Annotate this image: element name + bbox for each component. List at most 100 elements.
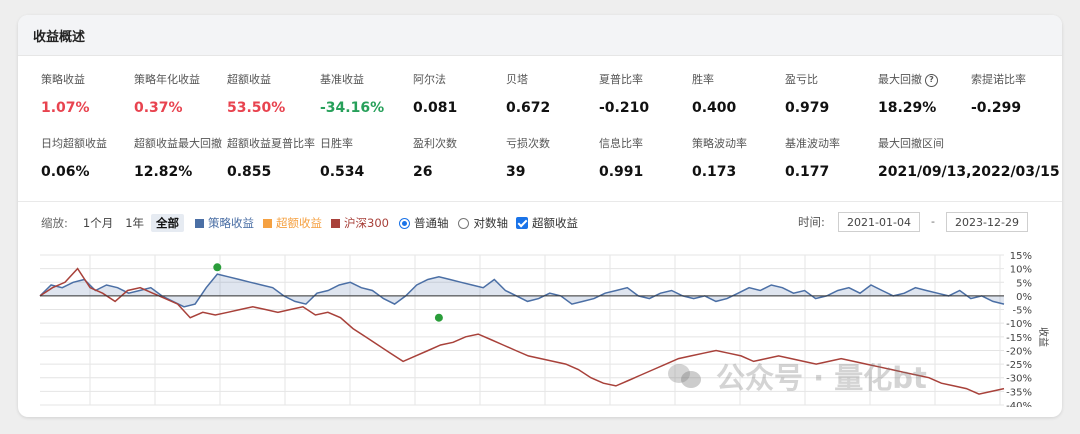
metrics-grid: 策略收益 1.07% 策略年化收益 0.37% 超额收益 53.50% 基准收益 -34.16… — [41, 72, 1060, 194]
metric-value: 0.06% — [41, 164, 90, 180]
metric-metrics_row2-3: 日胜率 0.534 — [320, 136, 413, 194]
legend-strategy[interactable]: 策略收益 — [195, 215, 254, 231]
metric-label-text: 阿尔法 — [413, 73, 446, 86]
metric-metrics_row2-4: 盈利次数 26 — [413, 136, 506, 194]
zoom-1-year-button[interactable]: 1年 — [120, 214, 149, 232]
time-label: 时间: — [798, 215, 825, 229]
metric-value: 0.173 — [692, 164, 737, 180]
metric-label-text: 亏损次数 — [506, 137, 550, 150]
metric-value: 0.081 — [413, 100, 458, 116]
drawdown-marker-0 — [213, 263, 222, 272]
series-line-1 — [39, 267, 1005, 395]
y-axis-label: 收益 — [1037, 327, 1050, 347]
metric-label-text: 策略年化收益 — [134, 73, 200, 86]
metric-label: 信息比率 — [599, 136, 692, 152]
log-axis-label: 对数轴 — [473, 216, 508, 230]
metrics-row-1: 策略收益 1.07% 策略年化收益 0.37% 超额收益 53.50% 基准收益 -34.16… — [41, 72, 1051, 130]
metric-value: 0.991 — [599, 164, 644, 180]
legend-excess[interactable]: 超额收益 — [263, 215, 322, 231]
y-tick-label: -25% — [1006, 360, 1032, 371]
zoom-label: 缩放: — [41, 216, 68, 230]
legend-excess-label: 超额收益 — [276, 216, 323, 230]
metric-value: -34.16% — [320, 100, 385, 116]
date-range-dash: - — [931, 215, 935, 228]
zoom-1-month-button[interactable]: 1个月 — [78, 214, 118, 232]
metric-label: 基准波动率 — [785, 136, 878, 152]
metric-label-text: 基准波动率 — [785, 137, 840, 150]
legend-strategy-label: 策略收益 — [208, 216, 255, 230]
metric-label-text: 基准收益 — [320, 73, 364, 86]
section-divider — [18, 201, 1062, 202]
metric-label-text: 信息比率 — [599, 137, 643, 150]
start-date-input[interactable]: 2021-01-04 — [838, 212, 920, 232]
metric-label: 夏普比率 — [599, 72, 692, 88]
metric-metrics_row2-8: 基准波动率 0.177 — [785, 136, 878, 194]
metric-value: 53.50% — [227, 100, 286, 116]
legend-benchmark[interactable]: 沪深300 — [331, 215, 389, 231]
metric-value: 0.400 — [692, 100, 737, 116]
metric-value: 0.979 — [785, 100, 830, 116]
y-tick-label: -10% — [1006, 319, 1032, 330]
metric-metrics_row1-5: 贝塔 0.672 — [506, 72, 599, 130]
metric-label-text: 最大回撤区间 — [878, 137, 944, 150]
metric-value: 12.82% — [134, 164, 193, 180]
y-tick-label: 10% — [1010, 265, 1032, 276]
metric-metrics_row1-7: 胜率 0.400 — [692, 72, 785, 130]
metric-label-text: 超额收益夏普比率 — [227, 137, 315, 150]
performance-panel: 收益概述 策略收益 1.07% 策略年化收益 0.37% 超额收益 53.50% 基准收益 -… — [18, 15, 1062, 417]
metric-label: 策略年化收益 — [134, 72, 227, 88]
metric-metrics_row1-1: 策略年化收益 0.37% — [134, 72, 227, 130]
y-tick-label: -40% — [1006, 401, 1032, 407]
metric-value: 1.07% — [41, 100, 90, 116]
zoom-all-button[interactable]: 全部 — [151, 214, 185, 232]
metric-label-text: 最大回撤 — [878, 73, 922, 86]
y-tick-label: -15% — [1006, 333, 1032, 344]
metric-value: 26 — [413, 164, 433, 180]
metric-label: 阿尔法 — [413, 72, 506, 88]
y-tick-label: -20% — [1006, 346, 1032, 357]
y-tick-label: -5% — [1013, 306, 1032, 317]
metric-label: 策略收益 — [41, 72, 134, 88]
metric-value: 18.29% — [878, 100, 937, 116]
log-axis-radio[interactable] — [458, 217, 470, 229]
metric-value: -0.210 — [599, 100, 650, 116]
metric-label: 盈亏比 — [785, 72, 878, 88]
metric-label-text: 胜率 — [692, 73, 714, 86]
metric-label: 胜率 — [692, 72, 785, 88]
excess-return-label: 超额收益 — [531, 216, 578, 230]
y-tick-label: 0% — [1016, 292, 1032, 303]
legend-excess-swatch — [263, 218, 273, 228]
end-date-input[interactable]: 2023-12-29 — [946, 212, 1028, 232]
metric-label: 日胜率 — [320, 136, 413, 152]
y-tick-label: 5% — [1016, 278, 1032, 289]
metric-label-text: 策略收益 — [41, 73, 85, 86]
metric-metrics_row1-8: 盈亏比 0.979 — [785, 72, 878, 130]
metric-label: 最大回撤? — [878, 72, 971, 88]
legend-benchmark-swatch — [331, 218, 341, 228]
normal-axis-radio[interactable] — [398, 217, 410, 229]
metric-label-text: 盈亏比 — [785, 73, 818, 86]
metric-label: 策略波动率 — [692, 136, 785, 152]
metric-metrics_row2-9: 最大回撤区间 2021/09/13,2022/03/15 — [878, 136, 1060, 194]
metric-value: 0.37% — [134, 100, 183, 116]
metric-label-text: 策略波动率 — [692, 137, 747, 150]
metric-metrics_row2-6: 信息比率 0.991 — [599, 136, 692, 194]
metric-metrics_row1-3: 基准收益 -34.16% — [320, 72, 413, 130]
metric-label: 日均超额收益 — [41, 136, 134, 152]
y-tick-label: -30% — [1006, 374, 1032, 385]
help-icon[interactable]: ? — [925, 73, 938, 87]
metric-label: 盈利次数 — [413, 136, 506, 152]
metric-label-text: 超额收益最大回撤 — [134, 137, 222, 150]
returns-chart[interactable]: 15% 10% 5% 0% -5% -10% -15% -20% -25% -30% -35% -40… — [18, 247, 1062, 407]
excess-return-checkbox[interactable] — [515, 217, 528, 229]
metric-label-text: 日胜率 — [320, 137, 353, 150]
metrics-row-2: 日均超额收益 0.06% 超额收益最大回撤 12.82% 超额收益夏普比率 0.855 日胜… — [41, 136, 1060, 194]
metric-label-text: 夏普比率 — [599, 73, 643, 86]
metric-metrics_row2-1: 超额收益最大回撤 12.82% — [134, 136, 227, 194]
metric-value: 0.672 — [506, 100, 551, 116]
metric-label: 最大回撤区间 — [878, 136, 1048, 152]
metric-value: 2021/09/13,2022/03/15 — [878, 164, 1060, 180]
metric-label-text: 贝塔 — [506, 73, 528, 86]
metric-label: 超额收益 — [227, 72, 320, 88]
metric-metrics_row1-10: 索提诺比率 -0.299 — [971, 72, 1062, 130]
